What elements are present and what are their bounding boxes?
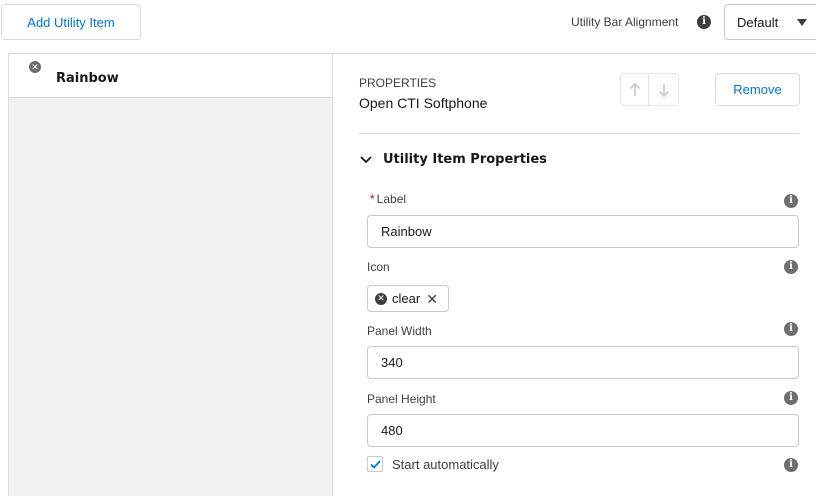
- alignment-select-value: Default: [737, 14, 779, 30]
- utility-item-rainbow[interactable]: ✕ Rainbow: [9, 54, 332, 98]
- label-field-text: Label: [376, 192, 407, 206]
- alignment-select[interactable]: Default: [724, 4, 816, 40]
- move-up-button[interactable]: [620, 73, 649, 106]
- info-icon[interactable]: i: [784, 458, 798, 472]
- icon-pill-label: clear: [392, 291, 421, 306]
- caret-down-icon: [797, 19, 807, 26]
- arrow-down-icon: [658, 83, 669, 97]
- start-automatically-label: Start automatically: [392, 456, 499, 472]
- utility-item-label: Rainbow: [56, 71, 119, 86]
- icon-field-label: Icon: [367, 260, 390, 274]
- info-icon[interactable]: i: [784, 322, 798, 336]
- checkmark-icon: [369, 459, 381, 469]
- info-icon[interactable]: i: [784, 391, 798, 405]
- utility-item-list: ✕ Rainbow: [9, 54, 333, 496]
- label-input[interactable]: Rainbow: [367, 215, 799, 248]
- panel-height-input[interactable]: 480: [367, 414, 799, 447]
- panel-width-input[interactable]: 340: [367, 346, 799, 379]
- section-title: Utility Item Properties: [383, 152, 547, 167]
- icon-pill[interactable]: ✕ clear ✕: [367, 285, 449, 312]
- utility-item-properties-toggle[interactable]: Utility Item Properties: [359, 152, 547, 167]
- arrow-up-icon: [629, 82, 640, 96]
- required-indicator: *: [370, 192, 375, 206]
- start-automatically-checkbox[interactable]: Start automatically: [367, 456, 499, 472]
- move-down-button[interactable]: [649, 73, 679, 106]
- properties-panel: PROPERTIES Open CTI Softphone Remove Uti…: [334, 54, 816, 496]
- divider: [359, 133, 799, 134]
- add-utility-item-button[interactable]: Add Utility Item: [1, 4, 141, 40]
- label-field-label: * Label: [370, 192, 406, 206]
- chevron-down-icon: [359, 153, 373, 167]
- utility-bar-alignment-label: Utility Bar Alignment: [571, 15, 679, 29]
- properties-heading: PROPERTIES: [359, 76, 437, 90]
- close-icon[interactable]: ✕: [426, 292, 438, 306]
- info-icon[interactable]: i: [784, 260, 798, 274]
- info-icon[interactable]: i: [784, 194, 798, 208]
- reorder-button-group: [620, 73, 679, 106]
- panel-height-label: Panel Height: [367, 392, 436, 406]
- properties-subheading: Open CTI Softphone: [359, 95, 488, 111]
- panel-width-label: Panel Width: [367, 324, 432, 338]
- info-icon[interactable]: i: [697, 15, 711, 29]
- utility-bar-editor: ✕ Rainbow PROPERTIES Open CTI Softphone …: [8, 53, 816, 496]
- checkbox[interactable]: [367, 456, 383, 472]
- remove-button[interactable]: Remove: [715, 73, 800, 106]
- clear-icon: ✕: [375, 292, 387, 305]
- remove-item-icon[interactable]: ✕: [29, 61, 41, 73]
